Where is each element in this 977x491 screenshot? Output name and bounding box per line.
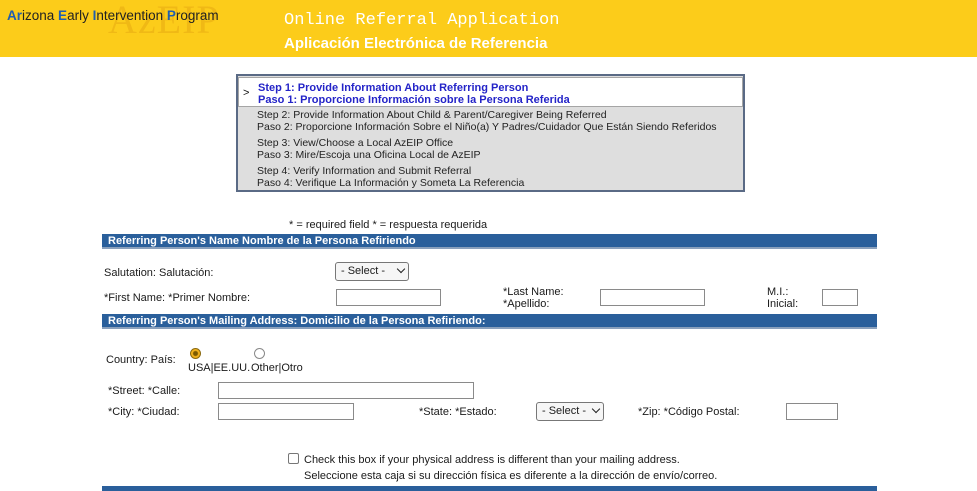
current-step: > Step 1: Provide Information About Refe… — [238, 77, 743, 107]
page-header: AzEIP Arizona Early Intervention Program… — [0, 0, 977, 57]
chevron-down-icon — [591, 404, 601, 414]
middle-initial-field[interactable] — [822, 289, 858, 306]
first-name-field[interactable] — [336, 289, 441, 306]
current-step-en: Step 1: Provide Information About Referr… — [258, 82, 529, 94]
page-title-es: Aplicación Electrónica de Referencia — [284, 35, 548, 52]
last-name-field[interactable] — [600, 289, 705, 306]
state-label: *State: *Estado: — [419, 406, 497, 418]
last-name-label-es: *Apellido: — [503, 298, 550, 310]
mi-label-es: Inicial: — [767, 298, 799, 310]
mi-label: M.I.: — [767, 286, 789, 298]
country-other-label: Other|Otro — [251, 362, 303, 374]
step-4-en: Step 4: Verify Information and Submit Re… — [257, 165, 472, 177]
first-name-label: *First Name: *Primer Nombre: — [104, 292, 251, 304]
required-field-note: * = required field * = respuesta requeri… — [289, 219, 488, 231]
page-title-en: Online Referral Application — [284, 11, 560, 30]
step-2-es: Paso 2: Proporcione Información Sobre el… — [257, 121, 717, 133]
country-usa-radio[interactable] — [190, 348, 201, 359]
city-field[interactable] — [218, 403, 354, 420]
street-field[interactable] — [218, 382, 474, 399]
steps-panel: > Step 1: Provide Information About Refe… — [236, 74, 745, 192]
current-step-es: Paso 1: Proporcione Información sobre la… — [258, 94, 570, 106]
section-divider — [102, 486, 877, 491]
state-select[interactable]: - Select - — [536, 402, 604, 421]
step-4-es: Paso 4: Verifique La Información y Somet… — [257, 177, 525, 189]
country-other-radio[interactable] — [254, 348, 265, 359]
step-3-en: Step 3: View/Choose a Local AzEIP Office — [257, 137, 454, 149]
salutation-label: Salutation: Salutación: — [104, 267, 214, 279]
country-label: Country: País: — [106, 354, 176, 366]
current-step-marker: > — [243, 87, 250, 99]
country-usa-label: USA|EE.UU. — [188, 362, 251, 374]
city-label: *City: *Ciudad: — [108, 406, 180, 418]
chevron-down-icon — [396, 264, 406, 274]
physical-address-checkbox[interactable] — [288, 453, 299, 464]
salutation-select[interactable]: - Select - — [335, 262, 409, 281]
last-name-label: *Last Name: — [503, 286, 564, 298]
physical-address-label-en: Check this box if your physical address … — [304, 454, 680, 466]
physical-address-label-es: Seleccione esta caja si su dirección fís… — [304, 470, 718, 482]
section-name-header: Referring Person's Name Nombre de la Per… — [102, 234, 877, 249]
program-logo: Arizona Early Intervention Program — [7, 8, 219, 23]
section-address-header: Referring Person's Mailing Address: Domi… — [102, 314, 877, 329]
street-label: *Street: *Calle: — [108, 385, 181, 397]
step-3-es: Paso 3: Mire/Escoja una Oficina Local de… — [257, 149, 481, 161]
zip-field[interactable] — [786, 403, 838, 420]
step-2-en: Step 2: Provide Information About Child … — [257, 109, 607, 121]
zip-label: *Zip: *Código Postal: — [638, 406, 740, 418]
